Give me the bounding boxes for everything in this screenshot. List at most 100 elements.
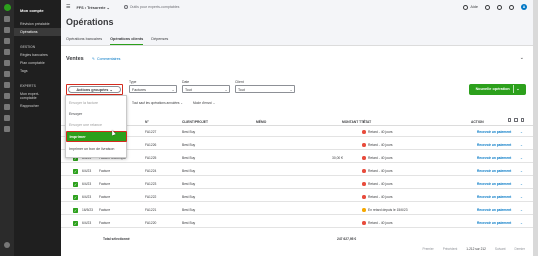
bulk-actions-label: Actions groupées bbox=[76, 88, 109, 93]
row-checkbox[interactable]: ✓ bbox=[73, 207, 78, 213]
status-alert-icon bbox=[362, 182, 366, 186]
delivery-filter[interactable]: Mode d'envoi ⌄ bbox=[193, 101, 215, 105]
row-action-link[interactable]: Recevoir un paiement bbox=[477, 130, 511, 134]
more-icon[interactable] bbox=[4, 126, 10, 132]
expenses-icon[interactable] bbox=[4, 115, 10, 121]
feed-icon[interactable] bbox=[4, 49, 10, 55]
pagination: Premier Précédent 1-212 sur 212 Suivant … bbox=[423, 247, 525, 251]
apps-icon[interactable] bbox=[4, 71, 10, 77]
row-checkbox[interactable]: ✓ bbox=[73, 168, 78, 174]
table-row[interactable]: ✓ 16/5/23 Facture FA1221 Best Buy En retard d… bbox=[61, 205, 533, 215]
table-row[interactable]: ✓ 6/4/23 Facture d'acompte FA1225 Best Buy 30… bbox=[61, 153, 533, 163]
pager-next[interactable]: Suivant bbox=[495, 247, 506, 251]
expert-tools-link[interactable]: Outils pour experts-comptables bbox=[123, 5, 179, 9]
table-row[interactable]: ✓FA1226Best BuyRetard - 40 joursRecevoir… bbox=[61, 140, 533, 150]
row-action-link[interactable]: Recevoir un paiement bbox=[477, 208, 511, 212]
create-icon[interactable] bbox=[4, 16, 10, 22]
chevron-down-icon[interactable]: ⌄ bbox=[520, 156, 523, 160]
avatar[interactable]: A bbox=[521, 4, 527, 10]
new-operation-button[interactable]: Nouvelle opération ⌄ bbox=[469, 84, 526, 95]
documents-icon[interactable] bbox=[4, 104, 10, 110]
gear-icon[interactable] bbox=[520, 118, 524, 122]
expert-tools-icon bbox=[123, 5, 128, 9]
home-icon[interactable] bbox=[4, 38, 10, 44]
menu-item-envoyer-facture[interactable]: Envoyer la facture bbox=[66, 98, 128, 107]
row-type: Facture bbox=[99, 195, 111, 199]
menu-item-envoyer-relance[interactable]: Envoyer une relance bbox=[66, 120, 128, 129]
table-row[interactable]: ✓FA1227Best BuyRetard - 40 joursRecevoir… bbox=[61, 127, 533, 137]
search-icon[interactable] bbox=[485, 4, 490, 10]
row-action-link[interactable]: Recevoir un paiement bbox=[477, 182, 511, 186]
sidebar-item-label: comptable bbox=[20, 96, 37, 100]
tab-operations-bancaires[interactable]: Opérations bancaires bbox=[66, 37, 102, 45]
sidebar-item-plan-comptable[interactable]: Plan comptable bbox=[14, 59, 61, 67]
export-icon[interactable] bbox=[514, 118, 518, 122]
print-icon[interactable] bbox=[507, 118, 511, 122]
row-action-link[interactable]: Recevoir un paiement bbox=[477, 195, 511, 199]
col-number[interactable]: N° bbox=[145, 120, 149, 124]
collapse-chevron-icon[interactable]: ⌄ bbox=[520, 55, 524, 61]
chevron-down-icon[interactable]: ⌄ bbox=[520, 182, 523, 186]
chevron-down-icon[interactable]: ⌄ bbox=[520, 143, 523, 147]
sidebar-item-tags[interactable]: Tags bbox=[14, 67, 61, 75]
pager-last[interactable]: Dernier bbox=[515, 247, 525, 251]
tasks-icon[interactable] bbox=[4, 93, 10, 99]
help-button[interactable]: Aide bbox=[463, 4, 478, 10]
chevron-down-icon[interactable]: ⌄ bbox=[520, 169, 523, 173]
pager-first[interactable]: Premier bbox=[423, 247, 434, 251]
row-action-link[interactable]: Recevoir un paiement bbox=[477, 169, 511, 173]
accounting-icon[interactable] bbox=[4, 82, 10, 88]
pager-previous[interactable]: Précédent bbox=[443, 247, 458, 251]
reports-icon[interactable] bbox=[4, 60, 10, 66]
row-status: Retard - 40 jours bbox=[368, 143, 393, 147]
comments-link[interactable]: ✎ Commentaires bbox=[92, 57, 120, 61]
menu-item-imprimer[interactable]: Imprimer bbox=[66, 131, 127, 142]
row-checkbox[interactable]: ✓ bbox=[73, 194, 78, 200]
row-checkbox[interactable]: ✓ bbox=[73, 181, 78, 187]
bulk-actions-menu: Envoyer la facture Envoyer Envoyer une r… bbox=[65, 95, 127, 158]
menu-icon[interactable]: ☰ bbox=[66, 4, 70, 10]
bookmark-icon[interactable] bbox=[4, 27, 10, 33]
menu-item-envoyer[interactable]: Envoyer bbox=[66, 109, 128, 118]
table-row[interactable]: ✓ 6/4/23 Facture FA1223 Best Buy Retard - 40 … bbox=[61, 179, 533, 189]
notifications-icon[interactable] bbox=[497, 4, 502, 10]
total-row: Total sélectionné 247 627,95 € bbox=[61, 235, 533, 243]
col-client[interactable]: CLIENT/PROJET bbox=[182, 120, 208, 124]
sidebar-item-operations[interactable]: Opérations bbox=[14, 28, 61, 36]
menu-item-imprimer-bon-livraison[interactable]: Imprimer un bon de livraison bbox=[66, 144, 128, 153]
chevron-down-icon[interactable]: ⌄ bbox=[520, 221, 523, 225]
row-checkbox[interactable]: ✓ bbox=[73, 220, 78, 226]
chevron-down-icon[interactable]: ⌄ bbox=[520, 195, 523, 199]
table-row[interactable]: ✓ 6/4/23 Facture FA1224 Best Buy Retard - 40 … bbox=[61, 166, 533, 176]
status-filter[interactable]: Tout sauf les opérations annulées ⌄ bbox=[132, 101, 183, 105]
gear-icon[interactable] bbox=[509, 4, 514, 10]
sidebar-item-expert-comptable[interactable]: Mon expert-comptable bbox=[14, 90, 61, 102]
icon-rail bbox=[0, 0, 14, 256]
filter-date-select[interactable]: Tout ⌄ bbox=[182, 85, 230, 93]
tab-operations-clients[interactable]: Opérations clients bbox=[110, 37, 144, 45]
row-action-link[interactable]: Recevoir un paiement bbox=[477, 156, 511, 160]
filter-type-select[interactable]: Factures ⌄ bbox=[129, 85, 177, 93]
col-status[interactable]: ÉTAT bbox=[363, 120, 371, 124]
bulk-actions-button[interactable]: Actions groupées ⌄ bbox=[66, 84, 123, 95]
row-type: Facture bbox=[99, 208, 111, 212]
chevron-down-icon[interactable]: ⌄ bbox=[520, 208, 523, 212]
chevron-down-icon: ⌄ bbox=[289, 87, 293, 92]
sidebar-item-revision[interactable]: Révision préalable bbox=[14, 20, 61, 28]
chevron-down-icon[interactable]: ⌄ bbox=[520, 130, 523, 134]
row-action-link[interactable]: Recevoir un paiement bbox=[477, 143, 511, 147]
settings-icon[interactable] bbox=[4, 242, 10, 248]
tab-depenses[interactable]: Dépenses bbox=[151, 37, 168, 45]
row-action-link[interactable]: Recevoir un paiement bbox=[477, 221, 511, 225]
company-selector[interactable]: FFS • Trésorerie ⌄ bbox=[76, 5, 109, 10]
table-row[interactable]: ✓ 6/4/23 Facture FA1222 Best Buy Retard - 40 … bbox=[61, 192, 533, 202]
row-status: Retard - 40 jours bbox=[368, 130, 393, 134]
table-row[interactable]: ✓ 6/4/23 Facture FA1220 Best Buy Retard - 40 … bbox=[61, 218, 533, 228]
filter-client-select[interactable]: Tout ⌄ bbox=[235, 85, 295, 93]
window-scrollbar[interactable] bbox=[533, 0, 538, 256]
sidebar-item-regles-bancaires[interactable]: Règles bancaires bbox=[14, 51, 61, 59]
sidebar-item-rapprocher[interactable]: Rapprocher bbox=[14, 102, 61, 110]
page-title: Opérations bbox=[66, 17, 114, 27]
col-memo[interactable]: MÉMO bbox=[256, 120, 266, 124]
row-type: Facture bbox=[99, 169, 111, 173]
